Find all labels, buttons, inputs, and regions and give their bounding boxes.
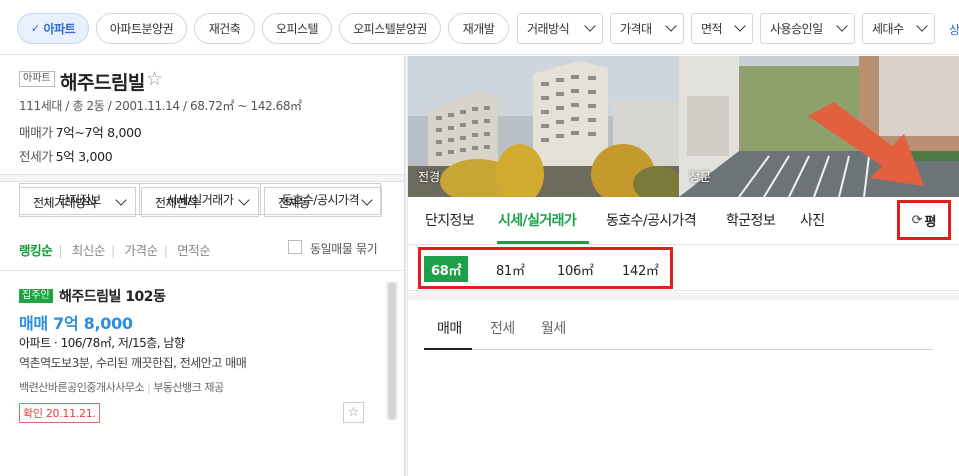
annotation-arrow-icon bbox=[808, 102, 924, 186]
tab-complex-info[interactable]: 단지정보 bbox=[425, 210, 475, 230]
active-tab-underline bbox=[497, 241, 589, 244]
sort-separator: | bbox=[163, 243, 168, 258]
filter-label: 전체면적 bbox=[155, 195, 198, 210]
chip-apartment[interactable]: ✓ 아파트 bbox=[17, 13, 89, 44]
scrollbar-thumb[interactable] bbox=[388, 282, 396, 420]
unit-label: 평 bbox=[924, 214, 937, 230]
filter-deal-type[interactable]: 전체거래방식 bbox=[19, 187, 136, 217]
tab-monthly-rent[interactable]: 월세 bbox=[541, 318, 566, 338]
listing-price: 매매 7억 8,000 bbox=[19, 314, 133, 333]
chip-officetel-presale[interactable]: 오피스텔분양권 bbox=[339, 13, 441, 44]
tab-school-info[interactable]: 학군정보 bbox=[726, 210, 776, 230]
unit-toggle-button[interactable]: ⟳ 평 bbox=[897, 200, 951, 240]
photo-label: 정문 bbox=[689, 170, 712, 184]
star-icon[interactable]: ☆ bbox=[146, 68, 163, 90]
filter-area[interactable]: 전체면적 bbox=[141, 187, 259, 217]
list-scrollbar[interactable] bbox=[386, 282, 398, 420]
select-label: 면적 bbox=[701, 22, 723, 36]
select-area[interactable]: 면적 bbox=[691, 13, 753, 44]
listing-description: 역촌역도보3분, 수리된 깨끗한집, 전세안고 매매 bbox=[19, 356, 247, 370]
confirm-date-badge: 확인 20.11.21. bbox=[19, 403, 100, 423]
refresh-icon: ⟳ bbox=[911, 212, 923, 228]
jeonse-price-row: 전세가 5억 3,000 bbox=[19, 146, 113, 165]
filter-dong[interactable]: 전체동 bbox=[264, 187, 382, 217]
chevron-down-icon bbox=[115, 194, 127, 206]
sale-price-row: 매매가 7억~7억 8,000 bbox=[19, 122, 142, 141]
select-deal-type[interactable]: 거래방식 bbox=[517, 13, 603, 44]
chevron-down-icon bbox=[584, 20, 596, 32]
deal-tabs-divider bbox=[424, 349, 933, 350]
select-approval-date[interactable]: 사용승인일 bbox=[760, 13, 855, 44]
tab-sale[interactable]: 매매 bbox=[437, 318, 462, 338]
active-deal-tab-underline bbox=[424, 348, 472, 350]
photo-overview-image bbox=[408, 56, 679, 197]
section-divider bbox=[408, 292, 959, 300]
select-households[interactable]: 세대수 bbox=[862, 13, 935, 44]
owner-badge: 집주인 bbox=[19, 289, 53, 303]
detail-tabs: 단지정보 시세/실거래가 동호수/공시가격 학군정보 사진 bbox=[408, 197, 959, 245]
sort-area[interactable]: 면적순 bbox=[177, 243, 211, 258]
chevron-down-icon bbox=[734, 20, 746, 32]
same-listing-checkbox[interactable] bbox=[288, 240, 302, 254]
sale-price-label: 매매가 bbox=[19, 125, 53, 140]
sort-separator: | bbox=[111, 243, 115, 258]
agent-separator: | bbox=[147, 381, 151, 394]
sort-ranking[interactable]: 랭킹순 bbox=[19, 243, 53, 258]
sale-price-value: 7억~7억 8,000 bbox=[55, 125, 142, 140]
favorite-star-icon[interactable]: ☆ bbox=[343, 402, 364, 423]
photo-label: 전경 bbox=[418, 170, 441, 184]
listing-spec: 아파트 · 106/78㎡, 저/15층, 남향 bbox=[19, 336, 185, 350]
chevron-down-icon bbox=[665, 20, 677, 32]
chip-apartment-presale[interactable]: 아파트분양권 bbox=[96, 13, 187, 44]
listing-agent: 백련산바른공인중개사사무소 | 부동산뱅크 제공 bbox=[19, 379, 224, 395]
select-price-range[interactable]: 가격대 bbox=[610, 13, 684, 44]
filter-label: 전체동 bbox=[278, 195, 310, 210]
agent-name: 백련산바른공인중개사사무소 bbox=[19, 381, 145, 394]
provider-name: 부동산뱅크 제공 bbox=[153, 381, 224, 394]
type-badge: 아파트 bbox=[19, 71, 55, 87]
chevron-down-icon bbox=[238, 194, 250, 206]
sort-bar: 랭킹순 | 최신순 | 가격순 | 면적순 bbox=[19, 240, 216, 259]
sort-latest[interactable]: 최신순 bbox=[72, 243, 106, 258]
select-label: 가격대 bbox=[620, 22, 652, 36]
chevron-down-icon bbox=[916, 20, 928, 32]
chip-redevelopment[interactable]: 재개발 bbox=[448, 13, 509, 44]
jeonse-price-label: 전세가 bbox=[19, 149, 53, 164]
complex-name: 해주드림빌 bbox=[60, 72, 145, 94]
sort-price[interactable]: 가격순 bbox=[124, 243, 158, 258]
photo-overview[interactable]: 전경 bbox=[408, 56, 679, 197]
select-label: 거래방식 bbox=[527, 22, 570, 36]
chevron-down-icon bbox=[836, 20, 848, 32]
tab-photos[interactable]: 사진 bbox=[800, 210, 825, 230]
same-listing-label: 동일매물 묶기 bbox=[310, 242, 378, 256]
select-label: 사용승인일 bbox=[770, 22, 823, 36]
tab-jeonse[interactable]: 전세 bbox=[490, 318, 515, 338]
select-label: 세대수 bbox=[872, 22, 904, 36]
chip-label: 아파트 bbox=[43, 22, 76, 36]
tab-unit-price[interactable]: 동호수/공시가격 bbox=[606, 210, 697, 230]
more-filters-link[interactable]: 상 bbox=[949, 21, 959, 38]
filter-label: 전체거래방식 bbox=[33, 195, 97, 210]
tab-market-price[interactable]: 시세/실거래가 bbox=[498, 210, 577, 230]
chevron-down-icon bbox=[361, 194, 373, 206]
check-icon: ✓ bbox=[30, 22, 40, 35]
complex-meta: 111세대 / 총 2동 / 2001.11.14 / 68.72㎡ ~ 142… bbox=[19, 99, 302, 113]
filter-bar: ✓ 아파트 아파트분양권 재건축 오피스텔 오피스텔분양권 재개발 거래방식 가… bbox=[0, 0, 959, 55]
listing-title[interactable]: 해주드림빌 102동 bbox=[59, 286, 166, 306]
sort-separator: | bbox=[58, 243, 63, 258]
jeonse-price-value: 5억 3,000 bbox=[55, 149, 113, 164]
section-divider bbox=[0, 174, 404, 182]
chip-officetel[interactable]: 오피스텔 bbox=[262, 13, 332, 44]
size-highlight-box bbox=[418, 247, 673, 289]
chip-reconstruction[interactable]: 재건축 bbox=[194, 13, 255, 44]
